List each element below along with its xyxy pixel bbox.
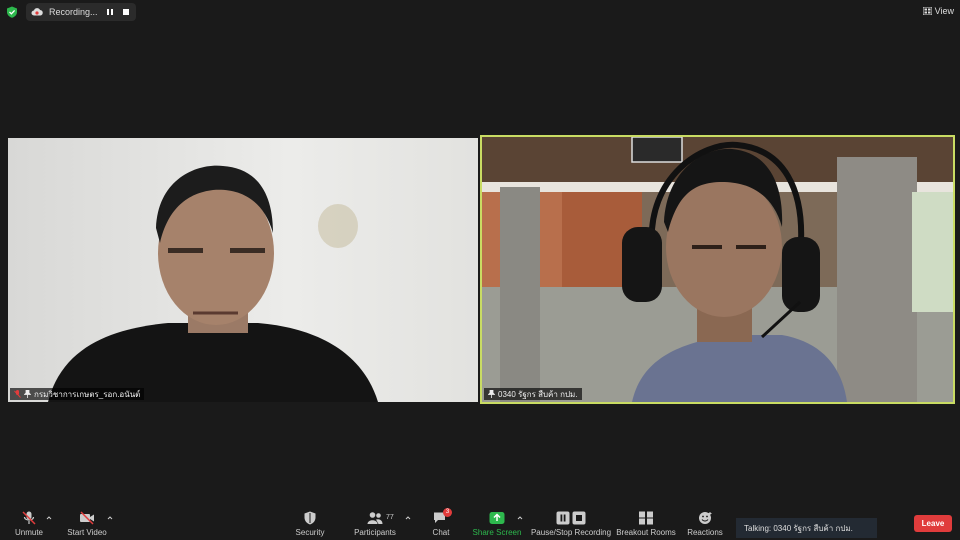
breakout-rooms-icon	[639, 511, 653, 525]
participant-2-name: 0340 รัฐกร สืบค้า กปม.	[498, 389, 578, 399]
reactions-label: Reactions	[687, 528, 723, 537]
participant-1-name-tag: กรมวิชาการเกษตร_รอก.อนันต์	[10, 388, 145, 400]
chevron-up-icon[interactable]	[517, 515, 523, 521]
reactions-smiley-icon	[699, 512, 712, 524]
participants-label: Participants	[354, 528, 396, 537]
video-tile-participant-2[interactable]: 0340 รัฐกร สืบค้า กปม.	[480, 135, 955, 404]
view-button[interactable]: View	[922, 4, 954, 18]
security-shield-icon	[304, 511, 316, 525]
reactions-button[interactable]: Reactions	[686, 504, 724, 540]
talking-indicator: Talking: 0340 รัฐกร สืบค้า กปม.	[736, 518, 877, 538]
pause-stop-recording-button[interactable]: Pause/Stop Recording	[530, 504, 612, 540]
participants-icon	[367, 512, 383, 524]
leave-button[interactable]: Leave	[914, 515, 952, 532]
participants-button[interactable]: Participants	[352, 504, 398, 540]
chat-icon-wrapper: 3	[433, 508, 452, 525]
view-label: View	[934, 6, 954, 16]
chat-unread-badge: 3	[443, 508, 452, 517]
grid-view-icon	[922, 7, 932, 15]
start-video-label: Start Video	[67, 528, 107, 537]
recording-label: Recording...	[49, 7, 98, 17]
participant-1-name: กรมวิชาการเกษตร_รอก.อนันต์	[34, 389, 141, 399]
participant-2-name-tag: 0340 รัฐกร สืบค้า กปม.	[484, 388, 582, 400]
stop-recording-icon[interactable]	[120, 6, 132, 18]
muted-microphone-icon	[14, 390, 21, 398]
chevron-up-icon[interactable]	[405, 515, 411, 521]
pause-recording-icon[interactable]	[104, 6, 116, 18]
share-screen-label: Share Screen	[472, 528, 522, 537]
shield-icon[interactable]	[6, 6, 18, 18]
pause-stop-recording-icon	[556, 511, 586, 525]
participant-2-video	[482, 137, 953, 402]
share-screen-button[interactable]: Share Screen	[472, 504, 522, 540]
unmute-label: Unmute	[14, 528, 43, 537]
chat-button[interactable]: 3 Chat	[426, 504, 456, 540]
recording-indicator: Recording...	[26, 3, 136, 21]
muted-microphone-icon	[22, 511, 36, 525]
security-label: Security	[295, 528, 325, 537]
security-button[interactable]: Security	[290, 504, 330, 540]
chevron-up-icon[interactable]	[46, 515, 52, 521]
participant-1-video	[8, 138, 478, 402]
video-off-icon	[80, 511, 94, 525]
breakout-rooms-button[interactable]: Breakout Rooms	[616, 504, 676, 540]
breakout-rooms-label: Breakout Rooms	[616, 528, 676, 537]
cloud-recording-icon	[31, 8, 43, 16]
pin-icon	[24, 390, 31, 398]
chevron-up-icon[interactable]	[107, 515, 113, 521]
unmute-button[interactable]: Unmute	[12, 504, 46, 540]
chat-label: Chat	[432, 528, 450, 537]
video-tile-participant-1[interactable]: กรมวิชาการเกษตร_รอก.อนันต์	[8, 138, 478, 402]
pause-stop-recording-label: Pause/Stop Recording	[530, 528, 612, 537]
participants-count: 77	[386, 514, 394, 521]
share-screen-icon	[489, 512, 505, 524]
pin-icon	[488, 390, 495, 398]
top-bar: Recording... View	[0, 0, 960, 24]
start-video-button[interactable]: Start Video	[64, 504, 110, 540]
